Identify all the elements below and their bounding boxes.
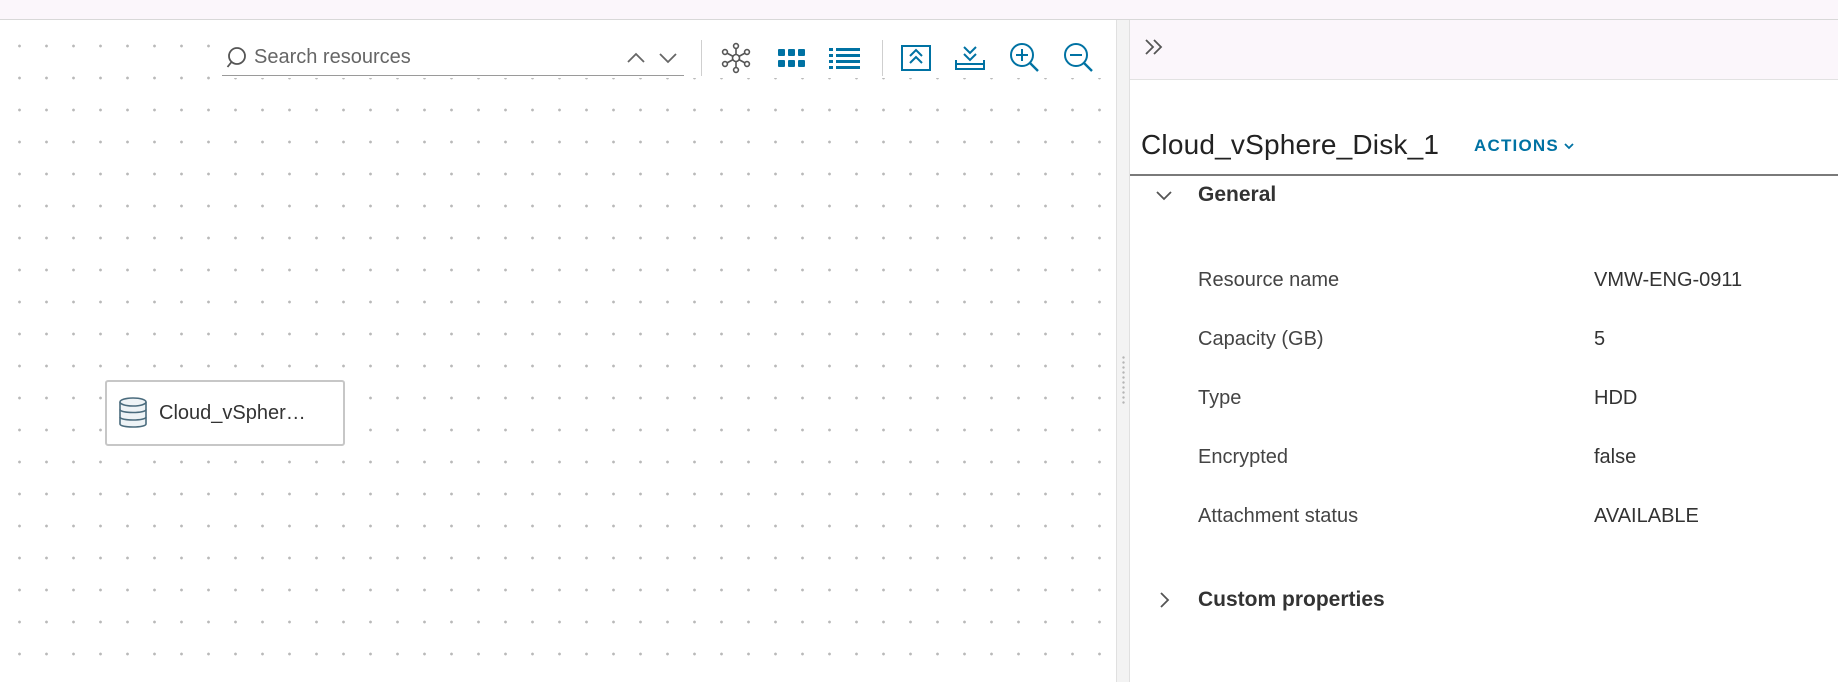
- chevron-right-icon: [1154, 590, 1174, 610]
- section-general-toggle[interactable]: General: [1130, 175, 1838, 215]
- list-view-icon: [829, 48, 860, 69]
- resize-grip: [1121, 355, 1126, 405]
- expand-all-icon: [955, 46, 985, 70]
- collapse-panel-button[interactable]: [1140, 34, 1168, 62]
- actions-label: ACTIONS: [1474, 136, 1559, 155]
- node-label: Cloud_vSpher…: [159, 402, 306, 424]
- property-value: AVAILABLE: [1594, 505, 1699, 527]
- panel-header: [1130, 20, 1838, 80]
- previous-result-button[interactable]: [624, 46, 648, 70]
- section-custom-properties-toggle[interactable]: Custom properties: [1130, 580, 1838, 620]
- canvas-node-disk[interactable]: Cloud_vSpher…: [105, 380, 345, 446]
- property-row-encrypted: Encrypted false: [1198, 438, 1818, 478]
- search-input[interactable]: [254, 44, 594, 70]
- toolbar-divider: [701, 40, 702, 76]
- list-view-button[interactable]: [824, 38, 864, 78]
- top-header-bar: [0, 0, 1838, 20]
- property-value: false: [1594, 446, 1637, 468]
- property-key: Encrypted: [1198, 446, 1289, 468]
- search-icon: [226, 46, 248, 70]
- property-value: VMW-ENG-0911: [1594, 269, 1743, 291]
- section-custom-properties-label: Custom properties: [1198, 588, 1385, 611]
- zoom-out-button[interactable]: [1058, 38, 1098, 78]
- chevron-down-icon: [1563, 137, 1575, 157]
- property-value: 5: [1594, 328, 1606, 350]
- next-result-button[interactable]: [656, 46, 680, 70]
- double-chevron-right-icon: [1145, 39, 1163, 55]
- grid-view-icon: [778, 49, 805, 67]
- zoom-in-icon: [1010, 43, 1039, 72]
- property-row-attachment-status: Attachment status AVAILABLE: [1198, 497, 1818, 537]
- topology-view-icon: [721, 42, 751, 74]
- property-key: Resource name: [1198, 269, 1340, 291]
- property-row-type: Type HDD: [1198, 379, 1818, 419]
- resource-title: Cloud_vSphere_Disk_1: [1141, 129, 1440, 160]
- resource-title-row: Cloud_vSphere_Disk_1 ACTIONS: [1130, 80, 1838, 176]
- chevron-down-icon: [1154, 185, 1174, 205]
- collapse-all-icon: [901, 45, 931, 71]
- property-key: Type: [1198, 387, 1242, 409]
- zoom-in-button[interactable]: [1004, 38, 1044, 78]
- property-key: Capacity (GB): [1198, 328, 1324, 350]
- grid-view-button[interactable]: [772, 38, 812, 78]
- property-row-capacity: Capacity (GB) 5: [1198, 320, 1818, 360]
- property-row-resource-name: Resource name VMW-ENG-0911: [1198, 261, 1818, 301]
- property-key: Attachment status: [1198, 505, 1359, 527]
- zoom-out-icon: [1064, 43, 1093, 72]
- expand-all-button[interactable]: [950, 38, 990, 78]
- property-value: HDD: [1594, 387, 1638, 409]
- database-disk-icon: [117, 396, 149, 430]
- design-canvas[interactable]: [0, 20, 1116, 682]
- chevron-up-icon: [627, 52, 645, 63]
- section-general-label: General: [1198, 183, 1277, 206]
- topology-view-button[interactable]: [716, 38, 756, 78]
- toolbar-divider: [882, 40, 883, 76]
- canvas-toolbar: [222, 20, 1112, 78]
- panel-resize-handle[interactable]: [1116, 20, 1130, 682]
- collapse-all-button[interactable]: [896, 38, 936, 78]
- search-box: [222, 40, 684, 76]
- actions-dropdown-button[interactable]: ACTIONS: [1474, 136, 1575, 157]
- details-panel: Cloud_vSphere_Disk_1 ACTIONS General Res…: [1130, 20, 1838, 682]
- chevron-down-icon: [659, 53, 677, 64]
